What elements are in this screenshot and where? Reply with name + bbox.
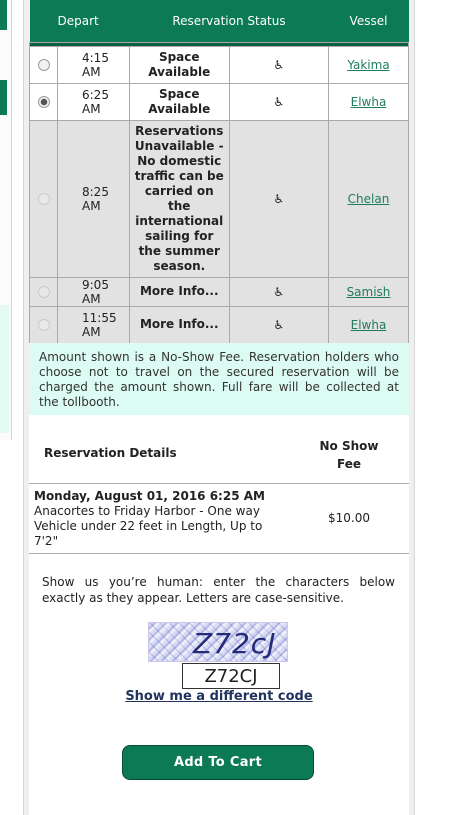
reservation-status: Space Available	[129, 82, 230, 121]
status-column-header: Reservation Status	[129, 0, 329, 42]
reservation-status[interactable]: More Info...	[129, 305, 230, 344]
wheelchair-accessible-icon: ♿	[228, 119, 329, 278]
adjacent-panel-edge	[0, 0, 12, 440]
depart-time: 6:25 AM	[57, 82, 130, 121]
sailing-radio-cell	[29, 276, 58, 307]
sailing-radio-cell	[29, 305, 58, 344]
sailing-radio[interactable]	[37, 96, 50, 108]
different-code-link[interactable]: Show me a different code	[29, 689, 409, 704]
wheelchair-accessible-icon: ♿	[228, 82, 329, 121]
sailing-radio-cell	[29, 119, 58, 278]
sailing-radio	[37, 286, 50, 298]
sailing-row: 9:05 AM More Info... ♿ Samish	[29, 276, 409, 307]
vessel-link[interactable]: Yakima	[347, 58, 389, 72]
captcha-text: Z72cJ	[193, 627, 277, 660]
sailing-row: 8:25 AM Reservations Unavailable - No dom…	[29, 119, 409, 278]
sailing-row: 11:55 AM More Info... ♿ Elwha	[29, 305, 409, 344]
adjacent-header-tab	[0, 0, 7, 30]
sailing-radio-cell	[29, 45, 58, 84]
captcha-image: Z72cJ	[148, 622, 288, 662]
wheelchair-accessible-icon: ♿	[228, 276, 329, 307]
sailing-row[interactable]: 4:15 AM Space Available ♿ Yakima	[29, 45, 409, 84]
reservation-status: Space Available	[129, 45, 230, 84]
depart-time: 8:25 AM	[57, 119, 130, 278]
sailing-radio	[37, 193, 50, 205]
captcha-input[interactable]	[182, 663, 280, 689]
vessel-link[interactable]: Elwha	[351, 95, 387, 109]
reservation-status: Reservations Unavailable - No domestic t…	[129, 119, 230, 278]
sailing-radio	[37, 319, 50, 331]
vessel-link[interactable]: Samish	[347, 285, 391, 299]
captcha-instructions: Show us you’re human: enter the characte…	[42, 575, 395, 605]
adjacent-tab	[0, 80, 7, 115]
vessel-column-header: Vessel	[328, 0, 409, 42]
no-show-fee-notice: Amount shown is a No-Show Fee. Reservati…	[29, 343, 409, 415]
depart-time: 4:15 AM	[57, 45, 130, 84]
sailing-radio[interactable]	[37, 59, 50, 71]
wheelchair-accessible-icon: ♿	[228, 305, 329, 344]
human-verification: Show us you’re human: enter the characte…	[29, 555, 409, 815]
select-column-header	[29, 0, 58, 42]
fee-amount: $10.00	[328, 511, 370, 525]
no-show-fee-header: No Show Fee	[319, 439, 379, 471]
vessel-link[interactable]: Chelan	[348, 192, 390, 206]
sailing-date: Monday, August 01, 2016 6:25 AM	[34, 489, 265, 503]
adjacent-note-edge	[0, 305, 9, 433]
details-title: Reservation Details	[44, 446, 177, 460]
sailing-row[interactable]: 6:25 AM Space Available ♿ Elwha	[29, 82, 409, 121]
depart-time: 11:55 AM	[57, 305, 130, 344]
details-header: Reservation Details No Show Fee	[29, 415, 409, 484]
reservation-details: Reservation Details No Show Fee Monday, …	[29, 415, 409, 555]
details-row: Monday, August 01, 2016 6:25 AM Anacorte…	[29, 484, 409, 554]
sailing-radio-cell	[29, 82, 58, 121]
vessel-link[interactable]: Elwha	[351, 318, 387, 332]
trip-description: Anacortes to Friday Harbor - One way Veh…	[34, 504, 263, 548]
depart-time: 9:05 AM	[57, 276, 130, 307]
reservation-status[interactable]: More Info...	[129, 276, 230, 307]
wheelchair-accessible-icon: ♿	[228, 45, 329, 84]
depart-column-header: Depart	[57, 0, 130, 42]
add-to-cart-button[interactable]: Add To Cart	[122, 745, 314, 780]
